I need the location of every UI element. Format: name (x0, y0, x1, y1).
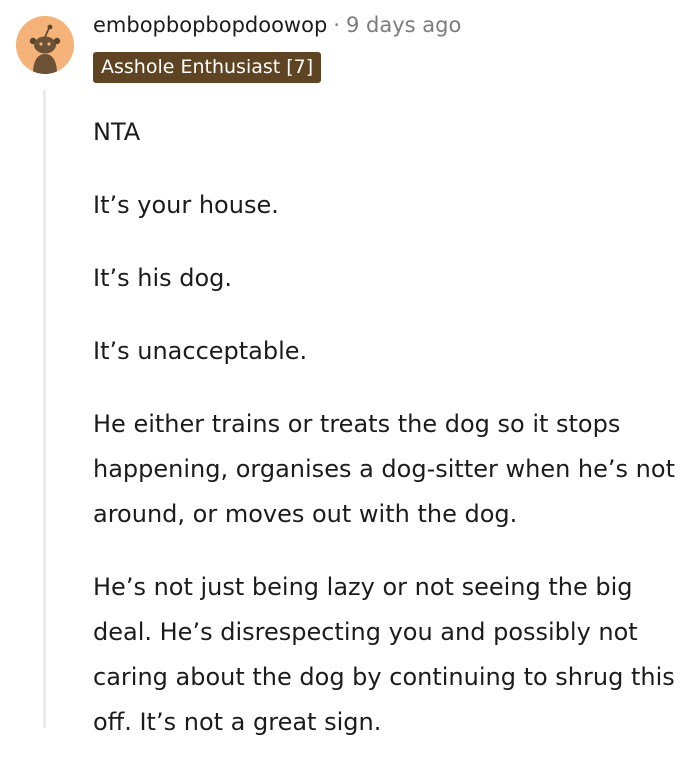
comment-body: NTA It’s your house. It’s his dog. It’s … (93, 110, 693, 773)
snoo-avatar-icon (16, 16, 74, 74)
comment-paragraph: It’s your house. (93, 191, 279, 219)
comment-paragraph: He either trains or treats the dog so it… (93, 410, 675, 528)
comment-paragraph: NTA (93, 118, 141, 146)
comment-paragraph: It’s his dog. (93, 264, 233, 292)
thread-collapse-line[interactable] (43, 90, 46, 728)
user-flair: Asshole Enthusiast [7] (93, 52, 322, 83)
avatar[interactable] (16, 16, 74, 74)
timestamp-link[interactable]: 9 days ago (346, 13, 461, 37)
comment-paragraph: He’s not just being lazy or not seeing t… (93, 573, 675, 736)
meta-separator: · (333, 13, 340, 37)
comment-header: embopbopbopdoowop · 9 days ago (93, 10, 461, 40)
comment-paragraph: It’s unacceptable. (93, 337, 308, 365)
comment: embopbopbopdoowop · 9 days ago Asshole E… (0, 0, 700, 736)
username-link[interactable]: embopbopbopdoowop (93, 13, 327, 37)
